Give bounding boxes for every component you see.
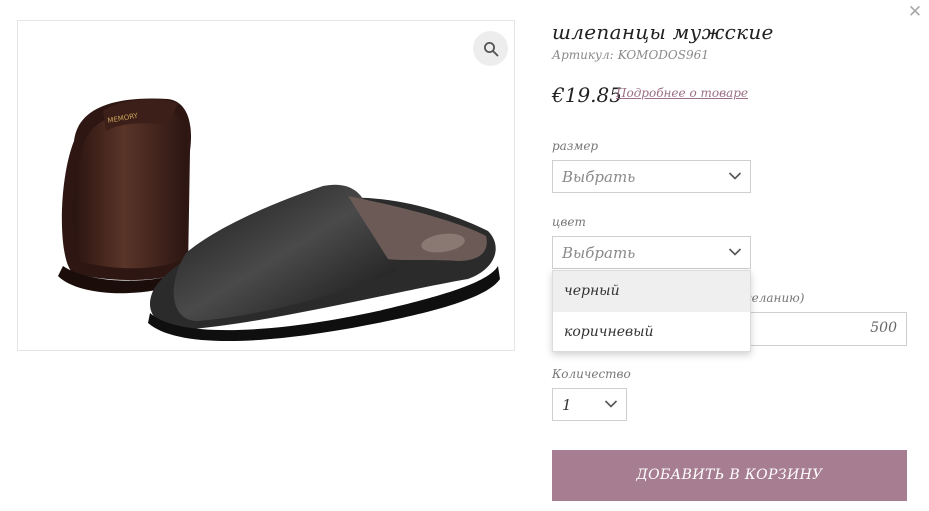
custom-price-value: 500 (870, 320, 897, 336)
zoom-button[interactable] (473, 31, 508, 66)
product-image-frame: MEMORY (17, 20, 515, 351)
add-to-cart-button[interactable]: ДОБАВИТЬ В КОРЗИНУ (552, 450, 907, 501)
product-title: шлепанцы мужские (552, 20, 774, 44)
product-details-link[interactable]: Подробнее о товаре (616, 86, 748, 100)
color-option-brown[interactable]: коричневый (553, 312, 750, 353)
sku-value: KOMODOS961 (617, 48, 709, 62)
color-option-black[interactable]: черный (553, 271, 750, 312)
close-button[interactable]: ✕ (906, 2, 924, 22)
size-select[interactable]: Выбрать (552, 160, 751, 193)
sku-label: Артикул: (552, 48, 614, 62)
custom-price-input[interactable]: 500 (740, 312, 907, 346)
chevron-down-icon (728, 172, 742, 180)
color-select-value: Выбрать (562, 244, 636, 262)
quantity-select-value: 1 (562, 396, 572, 414)
product-sku: Артикул: KOMODOS961 (552, 48, 709, 62)
color-select[interactable]: Выбрать (552, 236, 751, 269)
chevron-down-icon (728, 248, 742, 256)
product-image: MEMORY (58, 98, 500, 342)
chevron-down-icon (604, 400, 618, 408)
product-price: €19.85 (552, 83, 622, 107)
size-label: размер (552, 139, 599, 153)
search-icon (483, 41, 498, 56)
color-dropdown: черный коричневый (552, 270, 751, 352)
quantity-label: Количество (552, 367, 631, 381)
size-select-value: Выбрать (562, 168, 636, 186)
quantity-select[interactable]: 1 (552, 388, 627, 421)
close-icon: ✕ (907, 2, 923, 22)
color-label: цвет (552, 215, 586, 229)
